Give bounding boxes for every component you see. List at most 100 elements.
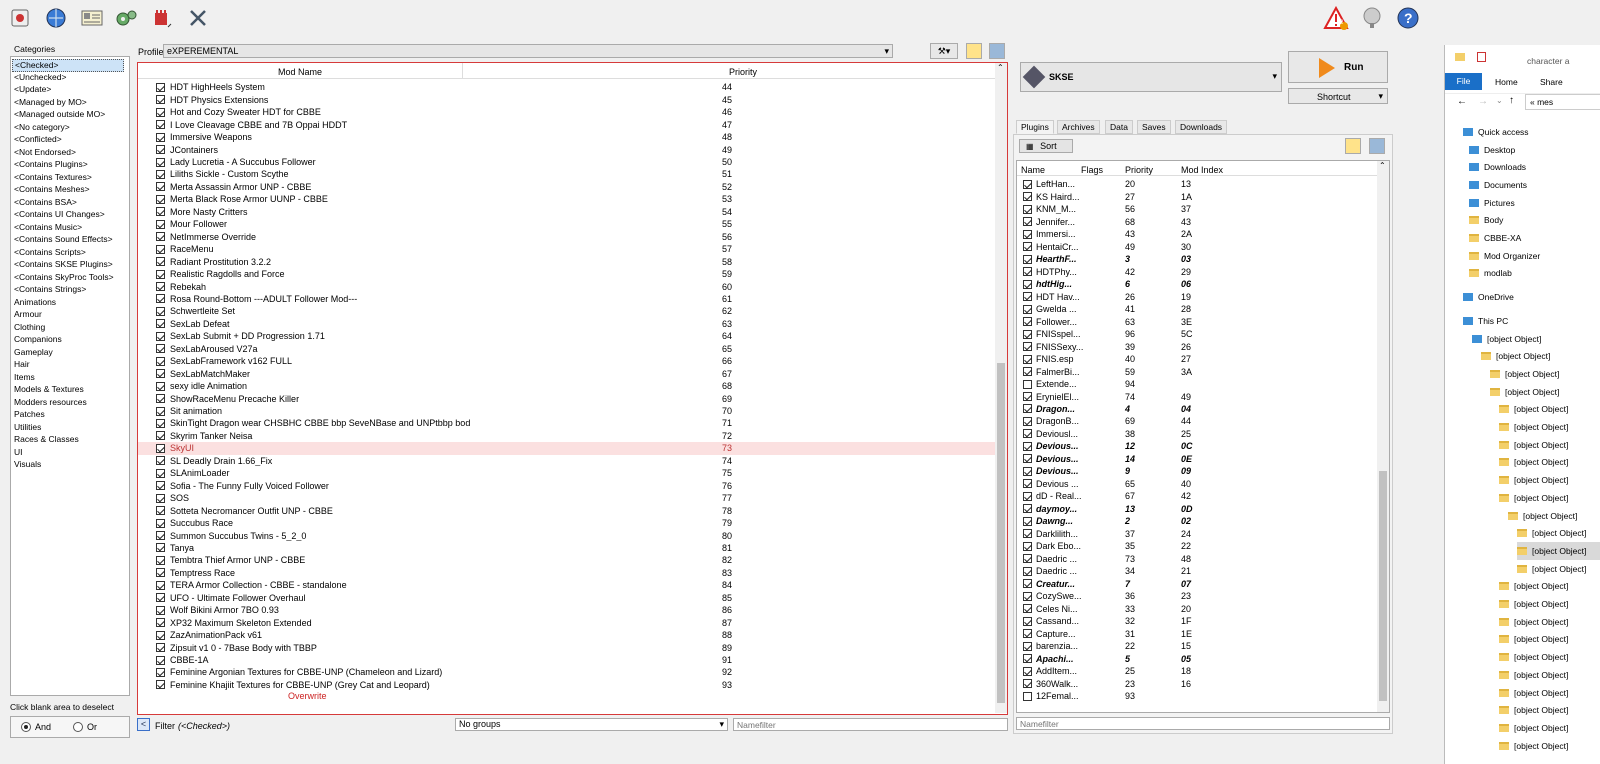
mod-checkbox[interactable] xyxy=(156,580,165,590)
plugin-row[interactable]: HDTPhy... 42 29 xyxy=(1017,265,1377,278)
nav-tree-item[interactable]: [object Object] xyxy=(1499,436,1568,454)
tab-downloads[interactable]: Downloads xyxy=(1175,120,1228,134)
mod-checkbox[interactable] xyxy=(156,655,165,665)
nav-quick-item[interactable]: Pictures xyxy=(1469,194,1515,212)
plugin-row[interactable]: Daedric ... 73 48 xyxy=(1017,552,1377,565)
restore-backup-icon[interactable] xyxy=(966,43,982,59)
plugin-checkbox[interactable] xyxy=(1023,192,1032,202)
plugin-row[interactable]: Devious... 12 0C xyxy=(1017,440,1377,453)
mod-checkbox[interactable] xyxy=(156,331,165,341)
plugin-row[interactable]: Capture... 31 1E xyxy=(1017,627,1377,640)
profile-tools-button[interactable]: ⚒▾ xyxy=(930,43,958,59)
nav-quick-item[interactable]: Mod Organizer xyxy=(1469,247,1540,265)
plugin-checkbox[interactable] xyxy=(1023,267,1032,277)
mod-row[interactable]: Realistic Ragdolls and Force 59 xyxy=(138,268,995,281)
plugin-checkbox[interactable] xyxy=(1023,441,1032,451)
nav-quick-access[interactable]: Quick access xyxy=(1463,123,1529,141)
category-item[interactable]: Visuals xyxy=(14,459,41,472)
plugin-checkbox[interactable] xyxy=(1023,666,1032,676)
plugin-checkbox[interactable] xyxy=(1023,242,1032,252)
category-item[interactable]: UI xyxy=(14,447,23,460)
nav-quick-item[interactable]: Downloads xyxy=(1469,158,1526,176)
mod-list-scrollbar[interactable]: ⌃ xyxy=(995,63,1007,713)
mod-checkbox[interactable] xyxy=(156,443,165,453)
nav-tree-item[interactable]: [object Object] xyxy=(1472,330,1541,348)
mod-row[interactable]: Feminine Argonian Textures for CBBE-UNP … xyxy=(138,666,995,679)
category-item[interactable]: <Checked> xyxy=(12,59,124,72)
nav-tree-item[interactable]: [object Object] xyxy=(1499,613,1568,631)
mod-checkbox[interactable] xyxy=(156,493,165,503)
tab-archives[interactable]: Archives xyxy=(1057,120,1100,134)
nav-tree-item[interactable]: [object Object] xyxy=(1499,578,1568,596)
nav-tree-item[interactable]: [object Object] xyxy=(1499,648,1568,666)
plugin-checkbox[interactable] xyxy=(1023,254,1032,264)
warning-icon[interactable]: 2 xyxy=(1322,4,1350,32)
plugin-checkbox[interactable] xyxy=(1023,454,1032,464)
plugin-checkbox[interactable] xyxy=(1023,654,1032,664)
mod-row[interactable]: SexLabFramework v162 FULL 66 xyxy=(138,355,995,368)
mod-checkbox[interactable] xyxy=(156,381,165,391)
mod-checkbox[interactable] xyxy=(156,306,165,316)
mod-checkbox[interactable] xyxy=(156,82,165,92)
mod-row[interactable]: SexLabAroused V27a 65 xyxy=(138,342,995,355)
category-item[interactable]: <Contains Strings> xyxy=(14,284,86,297)
plugin-row[interactable]: Deviousl... 38 25 xyxy=(1017,428,1377,441)
plugin-row[interactable]: Extende... 94 xyxy=(1017,378,1377,391)
plugin-checkbox[interactable] xyxy=(1023,229,1032,239)
plugin-row[interactable]: AddItem... 25 18 xyxy=(1017,665,1377,678)
plugin-checkbox[interactable] xyxy=(1023,641,1032,651)
ribbon-share-tab[interactable]: Share xyxy=(1540,77,1563,87)
plugin-checkbox[interactable] xyxy=(1023,416,1032,426)
mod-row[interactable]: SL Deadly Drain 1.66_Fix 74 xyxy=(138,455,995,468)
mod-row[interactable]: TERA Armor Collection - CBBE - standalon… xyxy=(138,579,995,592)
sort-button[interactable]: ▦ Sort xyxy=(1019,139,1073,153)
mod-checkbox[interactable] xyxy=(156,630,165,640)
plugin-checkbox[interactable] xyxy=(1023,491,1032,501)
mod-checkbox[interactable] xyxy=(156,456,165,466)
settings-icon[interactable] xyxy=(112,4,140,32)
plugin-row[interactable]: 12Femal... 93 xyxy=(1017,690,1377,703)
col-mod-name[interactable]: Mod Name xyxy=(278,67,322,77)
groups-select[interactable]: No groups ▾ xyxy=(455,718,728,731)
ribbon-file-tab[interactable]: File xyxy=(1445,73,1482,90)
plugin-checkbox[interactable] xyxy=(1023,516,1032,526)
plugin-row[interactable]: Darklilith... 37 24 xyxy=(1017,527,1377,540)
mod-row[interactable]: Lady Lucretia - A Succubus Follower 50 xyxy=(138,156,995,169)
mod-row[interactable]: Tanya 81 xyxy=(138,542,995,555)
plugin-checkbox[interactable] xyxy=(1023,554,1032,564)
category-item[interactable]: Gameplay xyxy=(14,347,53,360)
plugin-row[interactable]: daymoy... 13 0D xyxy=(1017,502,1377,515)
mod-checkbox[interactable] xyxy=(156,257,165,267)
plugin-row[interactable]: dD - Real... 67 42 xyxy=(1017,490,1377,503)
plugin-checkbox[interactable] xyxy=(1023,317,1032,327)
nav-tree-item[interactable]: [object Object] xyxy=(1517,524,1586,542)
plugin-checkbox[interactable] xyxy=(1023,429,1032,439)
mod-row[interactable]: Rebekah 60 xyxy=(138,280,995,293)
plugin-checkbox[interactable] xyxy=(1023,579,1032,589)
category-item[interactable]: <Unchecked> xyxy=(14,72,66,85)
mod-row[interactable]: sexy idle Animation 68 xyxy=(138,380,995,393)
mod-row[interactable]: Sofia - The Funny Fully Voiced Follower 7… xyxy=(138,479,995,492)
plugin-checkbox[interactable] xyxy=(1023,504,1032,514)
mod-checkbox[interactable] xyxy=(156,145,165,155)
plugin-row[interactable]: Dark Ebo... 35 22 xyxy=(1017,540,1377,553)
plugin-row[interactable]: Dragon... 4 04 xyxy=(1017,403,1377,416)
category-item[interactable]: Utilities xyxy=(14,422,41,435)
plugin-checkbox[interactable] xyxy=(1023,279,1032,289)
plugin-row[interactable]: FalmerBi... 59 3A xyxy=(1017,365,1377,378)
plugin-row[interactable]: Follower... 63 3E xyxy=(1017,315,1377,328)
nav-tree-item[interactable]: [object Object] xyxy=(1499,701,1568,719)
category-item[interactable]: <Contains Sound Effects> xyxy=(14,234,113,247)
nav-tree-item[interactable]: [object Object] xyxy=(1499,684,1568,702)
category-item[interactable]: Clothing xyxy=(14,322,45,335)
plugin-row[interactable]: Creatur... 7 07 xyxy=(1017,577,1377,590)
plugin-row[interactable]: DragonB... 69 44 xyxy=(1017,415,1377,428)
category-item[interactable]: <Not Endorsed> xyxy=(14,147,76,160)
mod-checkbox[interactable] xyxy=(156,282,165,292)
plugin-row[interactable]: barenzia... 22 15 xyxy=(1017,640,1377,653)
mod-checkbox[interactable] xyxy=(156,643,165,653)
mod-checkbox[interactable] xyxy=(156,605,165,615)
plugin-checkbox[interactable] xyxy=(1023,379,1032,389)
plugin-checkbox[interactable] xyxy=(1023,342,1032,352)
plugin-row[interactable]: hdtHig... 6 06 xyxy=(1017,278,1377,291)
